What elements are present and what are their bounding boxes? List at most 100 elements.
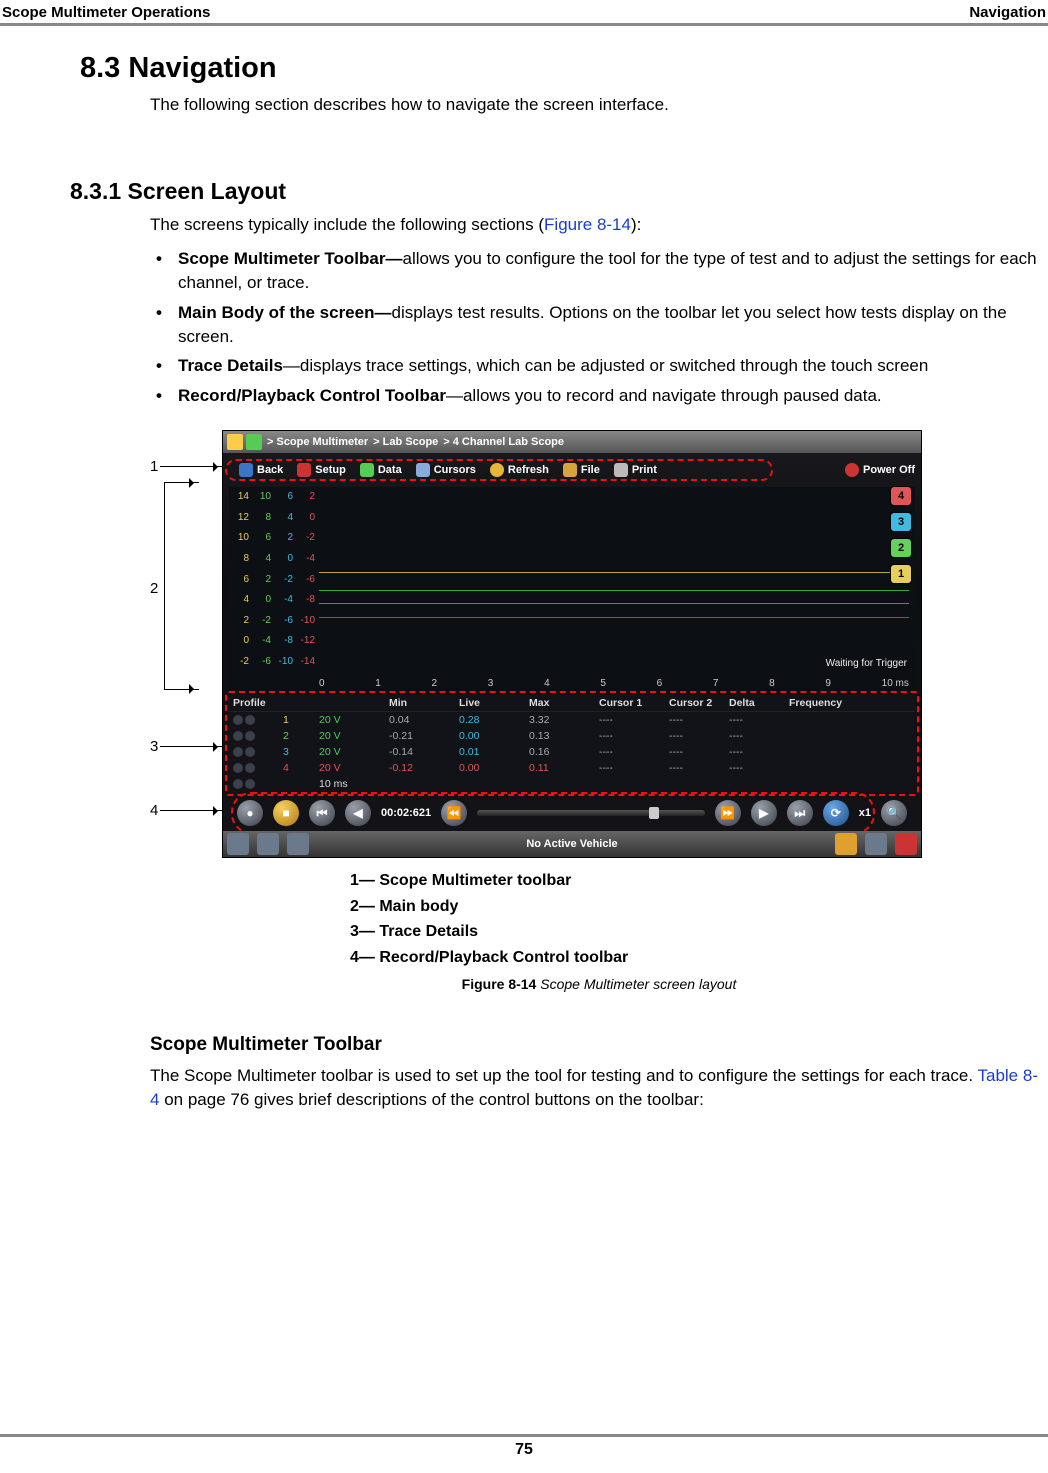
subsection-intro: The screens typically include the follow… <box>150 213 1048 238</box>
channel-badge-4[interactable]: 4 <box>891 487 911 505</box>
y-axis-ch3: 6420-2-4-6-8-10 <box>273 487 295 671</box>
breadcrumb: > Lab Scope <box>373 436 438 448</box>
x-axis: 012345678910 ms <box>319 678 909 689</box>
vehicle-status: No Active Vehicle <box>313 838 831 850</box>
figure-8-14: 1 2 3 4 <box>150 430 1048 992</box>
header-left: Scope Multimeter Operations <box>2 4 210 21</box>
home-icon[interactable] <box>227 833 249 855</box>
trace-row[interactable]: 2 20 V -0.21 0.00 0.13 ------------ <box>229 728 915 744</box>
zoom-button[interactable]: 🔍 <box>881 800 907 826</box>
para-post: on page 76 gives brief descriptions of t… <box>159 1090 703 1109</box>
print-icon <box>614 463 628 477</box>
y-axis-ch1: 14121086420-2 <box>229 487 251 671</box>
channel-badges: 4 3 2 1 <box>891 487 911 583</box>
print-button[interactable]: Print <box>614 463 657 477</box>
back-icon <box>239 463 253 477</box>
label: Back <box>257 464 283 476</box>
breadcrumb: > Scope Multimeter <box>267 436 368 448</box>
ffwd-button[interactable]: ⏩ <box>715 800 741 826</box>
screenshot: > Scope Multimeter > Lab Scope > 4 Chann… <box>222 430 922 858</box>
channel-badge-2[interactable]: 2 <box>891 539 911 557</box>
refresh-button[interactable]: Refresh <box>490 463 549 477</box>
trace-row[interactable]: 4 20 V -0.12 0.00 0.11 ------------ <box>229 760 915 776</box>
callout-4: 4 <box>150 802 158 819</box>
power-off-button[interactable]: Power Off <box>845 463 915 477</box>
rewind-button[interactable]: ⏪ <box>441 800 467 826</box>
toolbar-paragraph: The Scope Multimeter toolbar is used to … <box>150 1064 1040 1112</box>
status-icon[interactable] <box>865 833 887 855</box>
bullet-item: Scope Multimeter Toolbar—allows you to c… <box>156 247 1040 295</box>
trace-ch2 <box>319 590 909 591</box>
subsection-heading: 8.3.1 Screen Layout <box>70 178 1048 205</box>
trace-sweep-row[interactable]: 10 ms <box>229 776 915 792</box>
nav-icon[interactable] <box>287 833 309 855</box>
skip-back-button[interactable]: ⏮ <box>309 800 335 826</box>
bullet-lead: Main Body of the screen— <box>178 303 391 322</box>
feature-bullets: Scope Multimeter Toolbar—allows you to c… <box>156 247 1040 408</box>
nav-icon[interactable] <box>257 833 279 855</box>
para-pre: The Scope Multimeter toolbar is used to … <box>150 1066 978 1085</box>
toolbar-heading: Scope Multimeter Toolbar <box>150 1034 1048 1056</box>
skip-fwd-button[interactable]: ⏭ <box>787 800 813 826</box>
playback-time: 00:02:621 <box>381 807 431 819</box>
label: Data <box>378 464 402 476</box>
breadcrumb: > 4 Channel Lab Scope <box>443 436 564 448</box>
intro-pre: The screens typically include the follow… <box>150 215 544 234</box>
channel-badge-3[interactable]: 3 <box>891 513 911 531</box>
setup-icon <box>297 463 311 477</box>
label: Cursors <box>434 464 476 476</box>
zoom-level: x1 <box>859 807 871 819</box>
legend-item: 4— Record/Playback Control toolbar <box>350 945 1048 971</box>
zoom-reset-button[interactable]: ⟳ <box>823 800 849 826</box>
bullet-item: Main Body of the screen—displays test re… <box>156 301 1040 349</box>
plot-area[interactable]: 14121086420-2 1086420-2-4-6 6420-2-4-6-8… <box>229 487 915 691</box>
bottom-bar: No Active Vehicle <box>223 831 921 857</box>
file-icon <box>563 463 577 477</box>
back-button[interactable]: Back <box>239 463 283 477</box>
scope-toolbar: Back Setup Data Cursors Refresh File Pri… <box>229 457 915 483</box>
legend-item: 3— Trace Details <box>350 919 1048 945</box>
trace-details[interactable]: Profile MinLiveMax Cursor 1Cursor 2Delta… <box>229 695 915 792</box>
channel-badge-1[interactable]: 1 <box>891 565 911 583</box>
status-icon[interactable] <box>835 833 857 855</box>
label: File <box>581 464 600 476</box>
cursors-button[interactable]: Cursors <box>416 463 476 477</box>
page-footer: 75 <box>0 1434 1048 1459</box>
step-fwd-button[interactable]: ▶ <box>751 800 777 826</box>
scrub-bar[interactable] <box>477 810 705 816</box>
trace-row[interactable]: 3 20 V -0.14 0.01 0.16 ------------ <box>229 744 915 760</box>
label: Refresh <box>508 464 549 476</box>
trace-ch1 <box>319 572 909 573</box>
header-right: Navigation <box>969 4 1046 21</box>
setup-button[interactable]: Setup <box>297 463 346 477</box>
y-axis-ch2: 1086420-2-4-6 <box>251 487 273 671</box>
record-button[interactable]: ● <box>237 800 263 826</box>
figure-reference-link[interactable]: Figure 8-14 <box>544 215 631 234</box>
y-axis-ch4: 20-2-4-6-8-10-12-14 <box>295 487 317 671</box>
refresh-icon <box>490 463 504 477</box>
label: Setup <box>315 464 346 476</box>
trace-row[interactable]: 1 20 V 0.04 0.28 3.32 ------------ <box>229 712 915 728</box>
callout-1: 1 <box>150 458 158 475</box>
playback-toolbar: ● ■ ⏮ ◀ 00:02:621 ⏪ ⏩ ▶ ⏭ ⟳ x1 🔍 <box>229 796 915 830</box>
plot-grid <box>319 491 909 671</box>
callout-2: 2 <box>150 580 158 597</box>
trigger-status: Waiting for Trigger <box>826 658 907 669</box>
data-button[interactable]: Data <box>360 463 402 477</box>
bullet-lead: Record/Playback Control Toolbar <box>178 386 446 405</box>
file-button[interactable]: File <box>563 463 600 477</box>
data-icon <box>360 463 374 477</box>
callout-3: 3 <box>150 738 158 755</box>
section-intro: The following section describes how to n… <box>150 93 1048 118</box>
figure-caption: Figure 8-14 Scope Multimeter screen layo… <box>150 976 1048 992</box>
page-number: 75 <box>515 1441 533 1458</box>
stop-button[interactable]: ■ <box>273 800 299 826</box>
section-heading: 8.3 Navigation <box>80 52 1048 85</box>
intro-post: ): <box>631 215 641 234</box>
bullet-lead: Scope Multimeter Toolbar— <box>178 249 403 268</box>
legend-item: 1— Scope Multimeter toolbar <box>350 868 1048 894</box>
status-icon[interactable] <box>895 833 917 855</box>
step-back-button[interactable]: ◀ <box>345 800 371 826</box>
trace-ch4 <box>319 617 909 618</box>
page-header: Scope Multimeter Operations Navigation <box>0 0 1048 26</box>
